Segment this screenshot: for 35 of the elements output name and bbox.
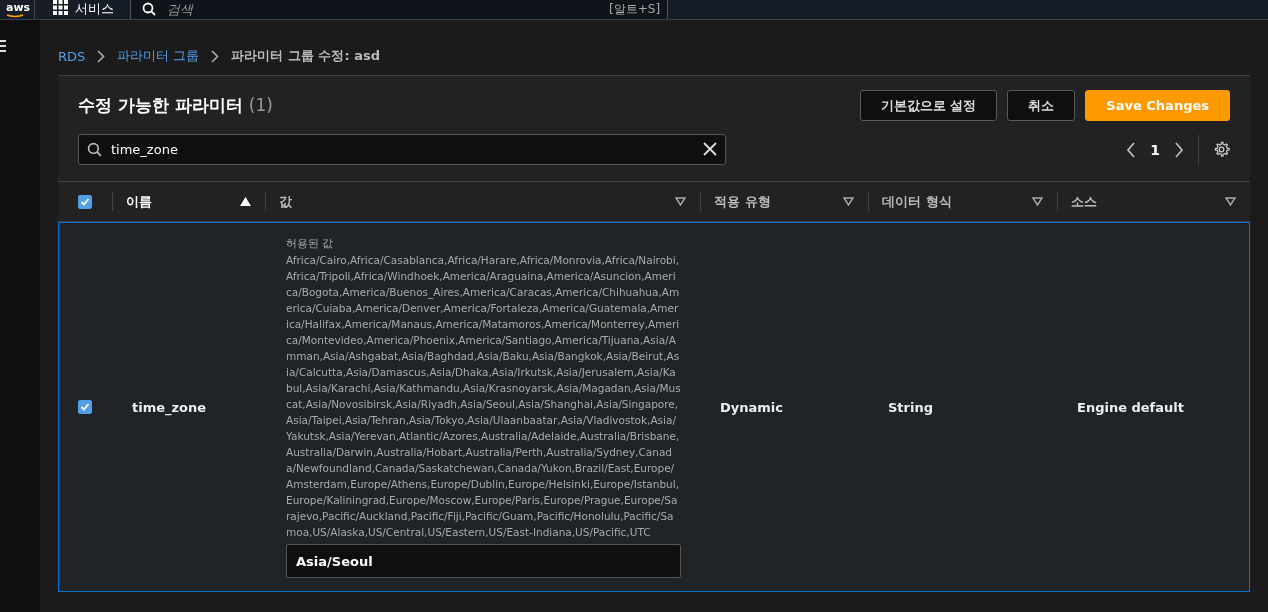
- allowed-values-label: 허용된 값: [286, 236, 335, 252]
- chevron-right-icon[interactable]: [1174, 141, 1184, 158]
- breadcrumb-item[interactable]: RDS: [58, 48, 86, 64]
- clear-icon[interactable]: [703, 142, 717, 156]
- source-text: Engine default: [1077, 399, 1184, 415]
- value-field[interactable]: Asia/Seoul: [286, 544, 681, 578]
- chevron-left-icon[interactable]: [1126, 141, 1137, 158]
- column-header[interactable]: 값: [265, 182, 700, 221]
- logo[interactable]: aws: [6, 1, 31, 14]
- allowed-values-text: Africa/Cairo,Africa/Casablanca,Africa/Harare,Africa/Monrovia,Africa/Nairobi,Africa/Tripoli,Africa/Windhoek,America/Araguaina,America/Asuncion,America/Bogota,America/Buenos_Aires,America/Caracas,America/Chihuahua,America/Cuiaba,America/Denver,America/Fortaleza,America/Guatemala,America/Halifax,America/Manaus,America/Matamoros,America/Monterrey,America/Montevideo,America/Phoenix,America/Santiago,America/Tijuana,Asia/Amman,Asia/Ashgabat,Asia/Baghdad,Asia/Baku,Asia/Bangkok,Asia/Beirut,Asia/Calcutta,Asia/Damascus,Asia/Dhaka,Asia/Irkutsk,Asia/Jerusalem,Asia/Kabul,Asia/Karachi,Asia/Kathmandu,Asia/Krasnoyarsk,Asia/Magadan,Asia/Muscat,Asia/Novosibirsk,Asia/Riyadh,Asia/Seoul,Asia/Shanghai,Asia/Singapore,Asia/Taipei,Asia/Tehran,Asia/Tokyo,Asia/Ulaanbaatar,Asia/Vladivostok,Asia/Yakutsk,Asia/Yerevan,Atlantic/Azores,Australia/Adelaide,Australia/Brisbane,Australia/Darwin,Australia/Hobart,Australia/Perth,Australia/Sydney,Canada/Newfoundland,Canada/Saskatchewan,Canada/Yukon,Brazil/East,Europe/Amsterdam,Europe/Athens,Europe/Dublin,Europe/Helsinki,Europe/Istanbul,Europe/Kaliningrad,Europe/Moscow,Europe/Paris,Europe/Prague,Europe/Sarajevo,Pacific/Auckland,Pacific/Fiji,Pacific/Guam,Pacific/Honolulu,Pacific/Samoa,US/Alaska,US/Central,US/Eastern,US/East-Indiana,US/Pacific,UTC: [286, 253, 681, 540]
- breadcrumb-item: 파라미터 그룹 수정: asd: [231, 47, 381, 65]
- select-all-checkbox[interactable]: [78, 194, 92, 209]
- row-checkbox[interactable]: [78, 400, 92, 414]
- column-header[interactable]: 적용 유형: [700, 182, 868, 221]
- search-icon: [87, 142, 102, 157]
- grid-icon: [53, 0, 69, 15]
- apply-type: Dynamic: [720, 399, 783, 415]
- table-row[interactable]: [58, 222, 1250, 592]
- column-header[interactable]: 이름: [112, 182, 265, 221]
- filter-field[interactable]: time_zone: [78, 134, 726, 165]
- action-button[interactable]: 기본값으로 설정: [859, 90, 998, 121]
- column-header[interactable]: 소스: [1057, 182, 1250, 221]
- page-number[interactable]: 1: [1150, 141, 1160, 158]
- search-icon: [142, 2, 157, 16]
- shortcut-hint: [알트+S]: [609, 1, 661, 18]
- data-type: String: [888, 399, 933, 415]
- column-header[interactable]: 데이터 형식: [868, 182, 1057, 221]
- panel-title: 수정 가능한 파라미터 (1): [78, 94, 273, 117]
- settings-icon[interactable]: [1213, 141, 1230, 158]
- chevron-right-icon: [97, 49, 106, 63]
- services-button[interactable]: 서비스: [45, 0, 123, 19]
- breadcrumb-item[interactable]: 파라미터 그룹: [117, 47, 200, 65]
- chevron-right-icon: [211, 49, 220, 63]
- action-button[interactable]: 취소: [1007, 90, 1076, 121]
- parameter-name: time_zone: [132, 399, 207, 415]
